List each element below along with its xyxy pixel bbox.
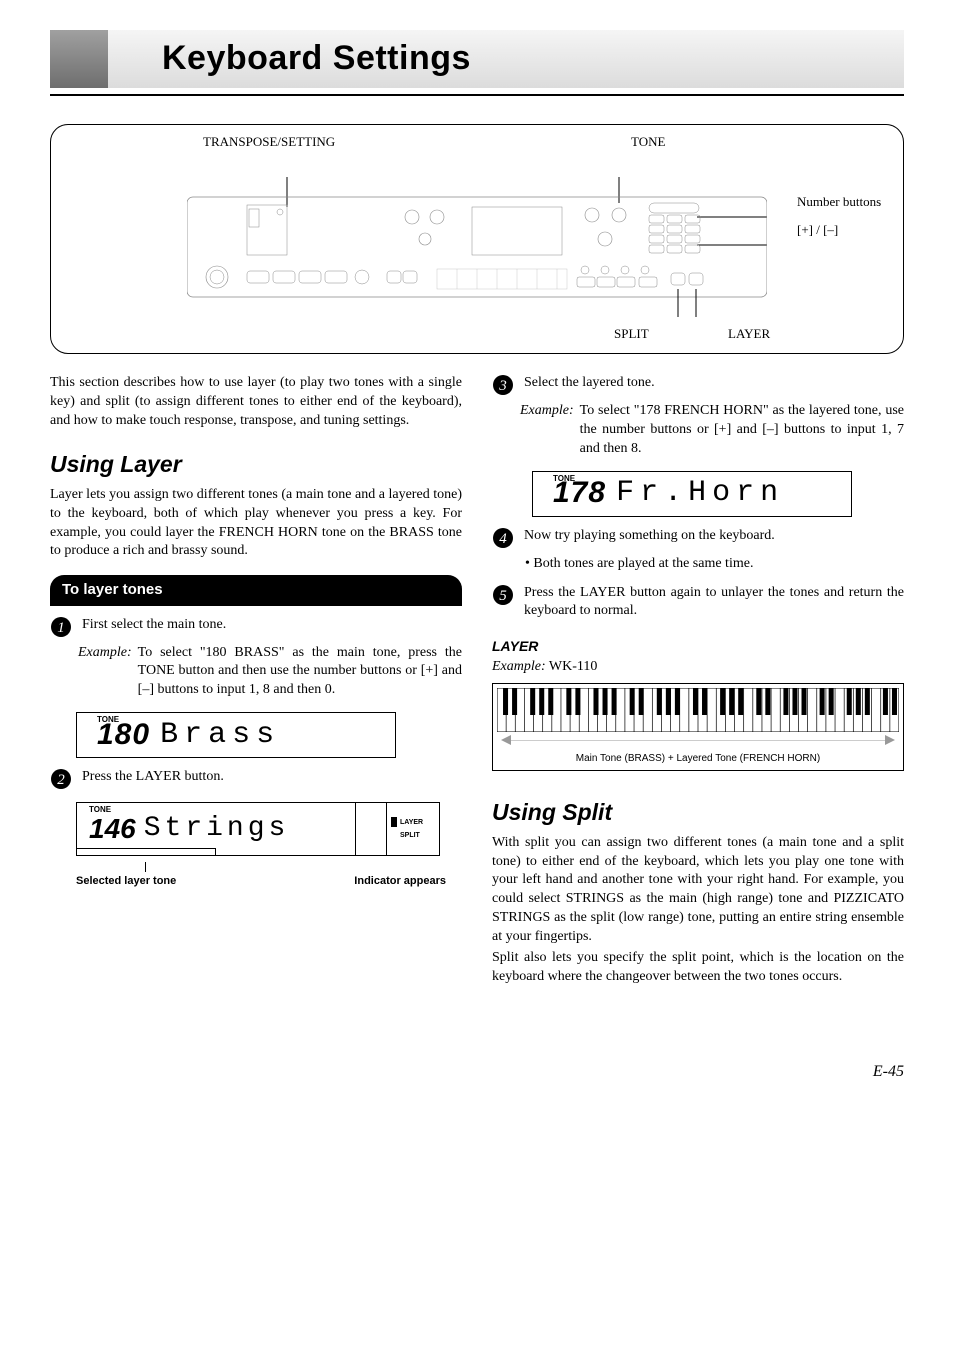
layer-example-row: Example: WK-110 [492,658,904,677]
intro-paragraph: This section describes how to use layer … [50,374,462,431]
title-square [50,30,108,88]
lcd-gap [356,802,386,856]
step-5: 5 Press the LAYER button again to unlaye… [492,584,904,622]
example-text: To select "180 BRASS" as the main tone, … [138,644,462,701]
piano-strip: Main Tone (BRASS) + Layered Tone (FRENCH… [492,683,904,771]
step-3-text: Select the layered tone. [524,374,904,393]
step-5-text: Press the LAYER button again to unlayer … [524,584,904,622]
example-label: Example: [520,402,574,459]
lcd-strings: TONE 146 Strings LAYER SPLIT [76,802,462,856]
range-arrows [497,734,899,746]
example-text: To select "178 FRENCH HORN" as the layer… [580,402,904,459]
pointer-line [145,862,146,872]
step-5-badge: 5 [492,584,514,606]
page-title: Keyboard Settings [162,36,471,82]
step-4-bullet: • Both tones are played at the same time… [525,555,904,574]
lcd-indicators: LAYER SPLIT [386,802,440,856]
arrow-right-icon [885,735,895,745]
callout-tone: TONE [631,133,665,151]
lcd-brass: TONE 180 Brass [76,712,396,758]
svg-text:3: 3 [498,378,507,394]
step-3: 3 Select the layered tone. [492,374,904,396]
svg-text:1: 1 [57,620,65,636]
caption-left: Selected layer tone [76,874,176,889]
step-3-badge: 3 [492,374,514,396]
svg-text:2: 2 [57,772,65,788]
piano-caption: Main Tone (BRASS) + Layered Tone (FRENCH… [497,752,899,766]
example-model: WK-110 [549,659,597,674]
tone-label: TONE [553,474,575,485]
tone-label: TONE [97,715,119,726]
callout-transpose: TRANSPOSE/SETTING [203,133,335,151]
split-indicator: SPLIT [391,831,435,840]
callout-split: SPLIT [614,325,649,343]
step-3-example: Example: To select "178 FRENCH HORN" as … [520,402,904,459]
layer-indicator: LAYER [391,817,435,827]
lcd-text: Brass [160,715,280,756]
callout-layer: LAYER [728,325,770,343]
step-4-badge: 4 [492,527,514,549]
step-1: 1 First select the main tone. [50,616,462,638]
keyboard-diagram: TRANSPOSE/SETTING TONE Number buttons [+… [50,124,904,354]
using-layer-heading: Using Layer [50,449,462,480]
example-label: Example: [492,659,546,674]
lcd-strings-left: TONE 146 Strings [76,802,356,856]
left-column: This section describes how to use layer … [50,374,462,1001]
lcd-frhorn: TONE 178 Fr.Horn [532,471,852,517]
example-label: Example: [78,644,132,701]
using-split-desc2: Split also lets you specify the split po… [492,949,904,987]
step-4: 4 Now try playing something on the keybo… [492,527,904,549]
piano-keys-icon [497,688,899,732]
lcd2-caption: Selected layer tone Indicator appears [76,874,446,889]
right-column: 3 Select the layered tone. Example: To s… [492,374,904,1001]
lcd-text: Fr.Horn [616,473,784,514]
page-header: Keyboard Settings [50,30,904,88]
caption-right: Indicator appears [354,874,446,889]
step-2-text: Press the LAYER button. [82,768,462,787]
to-layer-tones-bar: To layer tones [50,575,462,605]
step-2: 2 Press the LAYER button. [50,768,462,790]
title-underline [50,94,904,96]
page-number: E-45 [50,1061,904,1083]
using-split-heading: Using Split [492,797,904,828]
keyboard-illustration [187,177,767,317]
using-split-desc1: With split you can assign two different … [492,834,904,947]
content-columns: This section describes how to use layer … [50,374,904,1001]
callout-number-buttons: Number buttons [797,193,881,211]
step-4-text: Now try playing something on the keyboar… [524,527,904,546]
lcd-text: Strings [144,810,290,848]
using-layer-desc: Layer lets you assign two different tone… [50,486,462,562]
title-bar: Keyboard Settings [108,30,904,88]
step-2-badge: 2 [50,768,72,790]
step-1-example: Example: To select "180 BRASS" as the ma… [78,644,462,701]
arrow-left-icon [501,735,511,745]
step-1-text: First select the main tone. [82,616,462,635]
tone-label: TONE [89,805,111,816]
step-1-badge: 1 [50,616,72,638]
svg-text:5: 5 [499,588,507,604]
layer-subheading: LAYER [492,637,904,656]
svg-text:4: 4 [499,531,507,547]
callout-plus-minus: [+] / [–] [797,221,838,239]
